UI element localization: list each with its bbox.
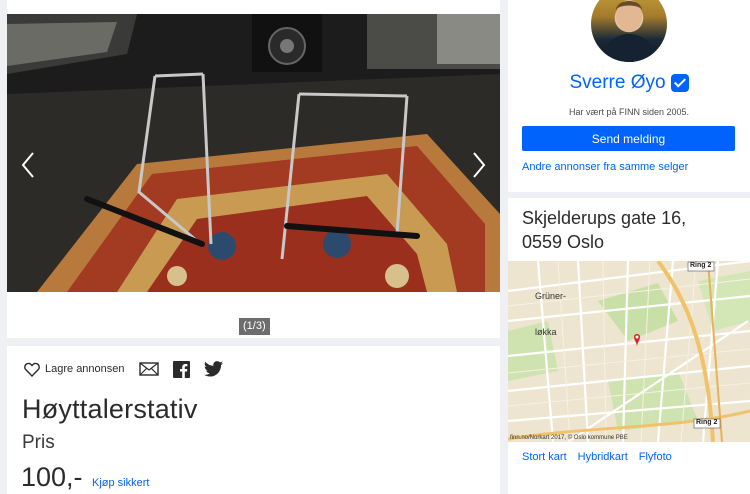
chevron-right-icon — [473, 152, 486, 178]
previous-image-button[interactable] — [17, 150, 37, 180]
address-street: Skjelderups gate 16, — [522, 208, 687, 228]
facebook-icon — [172, 360, 190, 378]
twitter-share-button[interactable] — [203, 361, 223, 377]
aerial-photo-link[interactable]: Flyfoto — [639, 451, 672, 463]
map-label-gruner: Grüner- — [535, 291, 567, 301]
price-label: Pris — [22, 432, 55, 453]
ring2-label-top: Ring 2 — [690, 262, 712, 269]
map-view[interactable]: Ring 2 Ring 2 Grüner- løkka finn.no/Nork… — [508, 261, 750, 442]
listing-photo[interactable] — [7, 14, 500, 292]
seller-name: Sverre Øyo — [569, 72, 666, 93]
seller-name-link[interactable]: Sverre Øyo — [508, 72, 750, 94]
chevron-left-icon — [21, 152, 34, 178]
image-gallery: (1/3) — [7, 0, 500, 338]
map-label-lokka: løkka — [535, 327, 557, 337]
map-type-links: Stort kart Hybridkart Flyfoto — [522, 451, 683, 463]
address: Skjelderups gate 16, 0559 Oslo — [522, 206, 686, 254]
heart-icon — [24, 362, 40, 377]
twitter-icon — [203, 361, 223, 377]
next-image-button[interactable] — [470, 150, 490, 180]
send-message-button[interactable]: Send melding — [522, 126, 735, 151]
map-credit: finn.no/Norkart 2017, © Oslo kommune PBE — [510, 435, 628, 441]
seller-card: Sverre Øyo Har vært på FINN siden 2005. … — [508, 0, 750, 192]
save-ad-button[interactable]: Lagre annonsen — [24, 362, 125, 377]
large-map-link[interactable]: Stort kart — [522, 451, 567, 463]
other-ads-link[interactable]: Andre annonser fra samme selger — [522, 161, 688, 173]
location-card: Skjelderups gate 16, 0559 Oslo Ring 2 Ri… — [508, 198, 750, 494]
mail-icon — [138, 362, 159, 376]
ad-info-card: Lagre annonsen Høyttalerstativ Pris 100,… — [7, 346, 500, 494]
buy-safely-link[interactable]: Kjøp sikkert — [92, 477, 149, 489]
member-since-text: Har vært på FINN siden 2005. — [568, 107, 690, 117]
email-share-button[interactable] — [138, 362, 159, 376]
verified-checkmark-icon — [670, 74, 689, 92]
seller-avatar[interactable] — [591, 0, 667, 62]
ad-actions: Lagre annonsen — [24, 358, 223, 380]
image-counter: (1/3) — [239, 318, 270, 335]
ring2-label-bottom: Ring 2 — [696, 419, 718, 426]
address-postal: 0559 Oslo — [522, 232, 605, 252]
save-ad-label: Lagre annonsen — [45, 363, 125, 375]
facebook-share-button[interactable] — [172, 360, 190, 378]
ad-title: Høyttalerstativ — [22, 394, 198, 424]
hybrid-map-link[interactable]: Hybridkart — [578, 451, 628, 463]
price-value: 100,- — [21, 462, 83, 492]
